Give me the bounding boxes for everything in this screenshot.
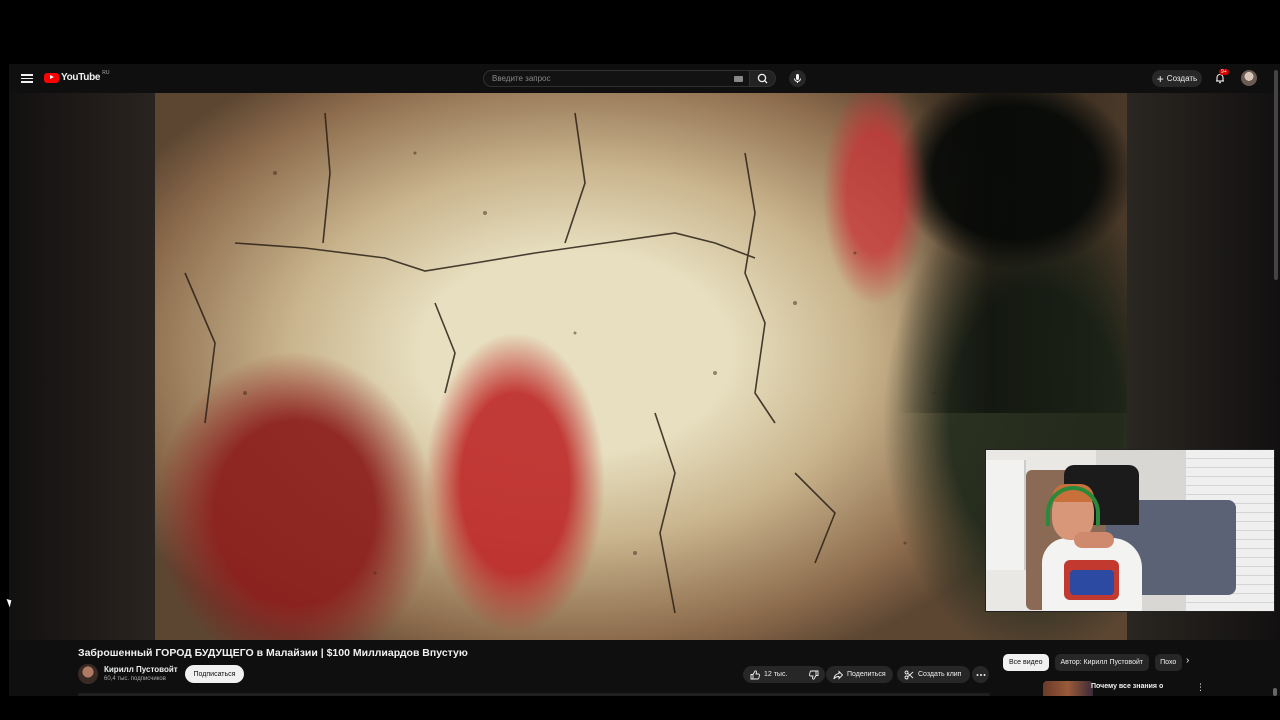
create-clip-button[interactable]: Создать клип <box>897 666 970 683</box>
create-label: Создать <box>1166 74 1198 83</box>
webcam-overlay <box>985 449 1275 612</box>
recommended-thumbnail[interactable] <box>1043 681 1093 696</box>
notifications-button[interactable]: 9+ <box>1214 69 1229 84</box>
video-info: Заброшенный ГОРОД БУДУЩЕГО в Малайзии | … <box>9 640 1280 696</box>
chip-author[interactable]: Автор: Кирилл Пустовойт <box>1054 654 1150 671</box>
share-button[interactable]: Поделиться <box>826 666 893 683</box>
scrollbar-bottom[interactable] <box>1273 688 1277 696</box>
chip-similar[interactable]: Похо <box>1155 654 1183 671</box>
video-frame[interactable] <box>155 93 1127 640</box>
subscriber-count: 60,4 тыс. подписчиков <box>104 676 166 682</box>
mic-icon <box>794 74 801 83</box>
like-button[interactable]: 12 тыс. <box>743 666 794 683</box>
info-divider <box>78 693 990 696</box>
streamer <box>1034 480 1144 611</box>
search-placeholder: Введите запрос <box>492 74 551 83</box>
channel-avatar[interactable] <box>78 664 98 684</box>
channel-name[interactable]: Кирилл Пустовойт <box>104 665 178 674</box>
page-scrollbar[interactable] <box>1274 70 1278 280</box>
more-actions-button[interactable] <box>972 666 989 683</box>
recommended-more-icon[interactable]: ⋮ <box>1196 682 1205 693</box>
clip-label: Создать клип <box>918 671 962 678</box>
chevron-right-icon[interactable]: › <box>1186 655 1189 666</box>
like-icon <box>750 669 760 679</box>
notifications-badge: 9+ <box>1219 69 1229 75</box>
recommended-title[interactable]: Почему все знания о <box>1091 682 1181 691</box>
youtube-logo[interactable]: YouTube RU <box>44 69 110 83</box>
share-label: Поделиться <box>847 671 886 678</box>
top-bar: YouTube RU Введите запрос + Создать 9+ <box>9 64 1280 93</box>
dislike-icon <box>809 670 819 680</box>
ambient-blur-left <box>9 93 155 640</box>
voice-search-button[interactable] <box>789 70 806 87</box>
menu-icon[interactable] <box>21 72 33 84</box>
cam-door <box>986 460 1026 570</box>
keyboard-icon[interactable] <box>734 76 743 82</box>
search-button[interactable] <box>750 70 776 87</box>
like-count: 12 тыс. <box>764 671 788 678</box>
plus-icon: + <box>1156 71 1164 86</box>
wall-cracks <box>184 112 937 614</box>
like-dislike-group: 12 тыс. <box>743 666 825 683</box>
dislike-button[interactable] <box>802 666 826 683</box>
search-icon <box>757 73 768 84</box>
scissors-icon <box>904 670 914 679</box>
video-title: Заброшенный ГОРОД БУДУЩЕГО в Малайзии | … <box>78 647 468 659</box>
region-label: RU <box>102 69 110 76</box>
account-avatar[interactable] <box>1241 70 1257 86</box>
shirt-print-inner <box>1070 570 1114 595</box>
chip-all-videos[interactable]: Все видео <box>1003 654 1049 671</box>
more-icon <box>976 673 985 676</box>
subscribe-button[interactable]: Подписаться <box>185 665 244 683</box>
streamer-hands <box>1074 532 1114 548</box>
share-icon <box>833 669 843 680</box>
create-button[interactable]: + Создать <box>1152 70 1202 87</box>
youtube-play-icon <box>44 72 59 83</box>
video-player[interactable] <box>9 93 1280 640</box>
recommendation-chips: Все видео Автор: Кирилл Пустовойт Похо <box>1003 654 1183 671</box>
search-input[interactable]: Введите запрос <box>483 70 750 87</box>
logo-text: YouTube <box>61 72 101 83</box>
youtube-app: YouTube RU Введите запрос + Создать 9+ З… <box>9 64 1280 696</box>
